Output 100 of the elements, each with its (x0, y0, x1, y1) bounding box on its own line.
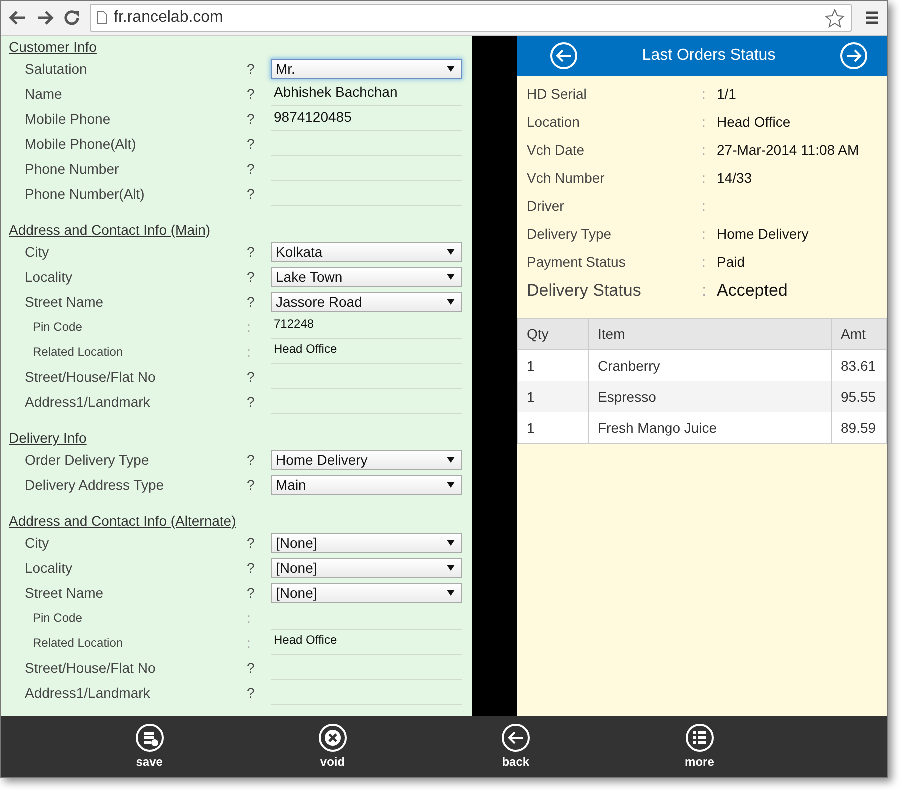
colon-separator: : (702, 281, 708, 301)
database-add-icon (136, 724, 164, 752)
info-value: Head Office (271, 630, 462, 654)
help-mark[interactable]: ? (247, 186, 267, 202)
detail-label: HD Serial (527, 86, 588, 102)
help-mark[interactable]: ? (247, 268, 267, 284)
info-value: 712248 (271, 314, 462, 338)
table-cell: 1 (518, 412, 588, 444)
help-mark[interactable]: ? (247, 560, 267, 576)
help-mark[interactable]: ? (247, 294, 267, 310)
colon-separator: : (702, 142, 707, 158)
detail-value: 14/33 (717, 170, 752, 186)
field-label: Locality (24, 560, 74, 576)
dropdown[interactable]: [None] (271, 558, 462, 578)
dropdown[interactable]: Kolkata (271, 242, 462, 262)
info-value: Head Office (271, 340, 462, 364)
toolbar-button[interactable]: more (681, 716, 718, 777)
field-label: City (24, 534, 50, 550)
forward-arrow-icon[interactable] (36, 10, 54, 26)
field-label: Delivery Address Type (24, 476, 166, 492)
dropdown-caret-icon (447, 590, 455, 596)
dropdown-caret-icon (447, 66, 455, 72)
section-heading: Address and Contact Info (Alternate) (9, 512, 238, 530)
detail-value: 1/1 (717, 86, 736, 102)
field-label: Street/House/Flat No (24, 660, 157, 676)
help-mark[interactable]: ? (247, 534, 267, 550)
address-bar[interactable]: fr.rancelab.com (90, 4, 852, 32)
help-mark[interactable]: ? (247, 110, 267, 126)
field-label: Salutation (24, 60, 88, 76)
help-mark[interactable]: ? (247, 368, 267, 384)
panel-title: Last Orders Status (642, 47, 776, 65)
colon-separator: : (247, 344, 252, 360)
dropdown[interactable]: Mr. (271, 58, 462, 78)
reload-icon[interactable] (63, 9, 81, 27)
field-label: Related Location (32, 636, 124, 650)
colon-separator: : (702, 86, 707, 102)
field-label: Order Delivery Type (24, 452, 150, 468)
colon-separator: : (702, 114, 707, 130)
input-field[interactable]: 9874120485 (271, 106, 462, 130)
table-cell: 89.59 (832, 412, 886, 444)
column-header: Qty (518, 318, 588, 350)
section-heading: Address and Contact Info (Main) (9, 221, 212, 239)
field-label: Address1/Landmark (24, 684, 152, 700)
dropdown[interactable]: Home Delivery (271, 450, 462, 470)
detail-label: Payment Status (527, 254, 627, 270)
dropdown-caret-icon (447, 298, 455, 304)
help-mark[interactable]: ? (247, 136, 267, 152)
help-mark[interactable]: ? (247, 476, 267, 492)
dropdown[interactable]: [None] (271, 582, 462, 602)
dropdown[interactable]: Lake Town (271, 266, 462, 286)
dropdown[interactable]: Jassore Road (271, 292, 462, 312)
toolbar-button[interactable]: save (132, 716, 168, 777)
cancel-icon (318, 724, 347, 752)
dropdown-caret-icon (447, 482, 455, 488)
detail-label: Vch Date (527, 142, 586, 158)
menu-icon[interactable] (865, 11, 879, 25)
status-value: Accepted (717, 281, 788, 301)
dropdown[interactable]: [None] (271, 532, 462, 552)
help-mark[interactable]: ? (247, 684, 267, 700)
table-cell: 95.55 (832, 381, 886, 412)
detail-label: Delivery Type (527, 226, 613, 242)
detail-label: Location (527, 114, 581, 130)
help-mark[interactable]: ? (247, 244, 267, 260)
field-label: Phone Number (24, 160, 120, 176)
field-label: Address1/Landmark (24, 394, 152, 410)
help-mark[interactable]: ? (247, 160, 267, 176)
field-label: Phone Number(Alt) (24, 186, 146, 202)
section-heading: Delivery Info (9, 429, 88, 447)
dropdown[interactable]: Main (271, 474, 462, 494)
field-label: Pin Code (32, 610, 84, 624)
input-field[interactable]: Abhishek Bachchan (271, 82, 462, 106)
help-mark[interactable]: ? (247, 452, 267, 468)
table-cell: 1 (518, 350, 588, 381)
dropdown-caret-icon (447, 274, 455, 280)
column-header: Amt (832, 318, 886, 350)
field-label: Street/House/Flat No (24, 368, 157, 384)
field-label: Mobile Phone(Alt) (24, 136, 138, 152)
field-label: Locality (24, 268, 74, 284)
help-mark[interactable]: ? (247, 584, 267, 600)
colon-separator: : (247, 634, 252, 650)
toolbar-button[interactable]: void (314, 716, 351, 777)
back-arrow-icon[interactable] (9, 10, 27, 26)
help-mark[interactable]: ? (247, 394, 267, 410)
detail-label: Driver (527, 198, 566, 214)
table-cell: Espresso (588, 381, 832, 412)
field-label: Related Location (32, 344, 124, 358)
help-mark[interactable]: ? (247, 60, 267, 76)
detail-value: Paid (717, 254, 746, 270)
table-cell: Cranberry (588, 350, 832, 381)
detail-label: Vch Number (527, 170, 606, 186)
colon-separator: : (247, 318, 252, 334)
field-label: Street Name (24, 294, 105, 310)
field-label: City (24, 244, 50, 260)
toolbar-button[interactable]: back (498, 716, 534, 777)
star-icon[interactable] (825, 8, 845, 28)
help-mark[interactable]: ? (247, 660, 267, 676)
colon-separator: : (702, 254, 707, 270)
field-label: Street Name (24, 584, 105, 600)
detail-value: 27-Mar-2014 11:08 AM (717, 142, 860, 158)
help-mark[interactable]: ? (247, 86, 267, 102)
